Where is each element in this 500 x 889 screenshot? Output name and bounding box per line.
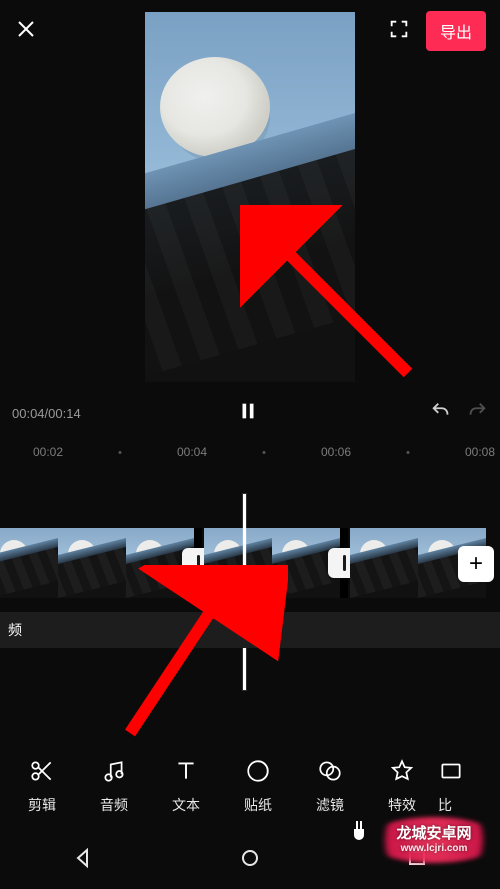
tool-label: 特效 bbox=[388, 795, 416, 815]
preview-area[interactable] bbox=[0, 12, 500, 392]
music-note-icon bbox=[101, 758, 127, 787]
preview-frame bbox=[145, 12, 355, 382]
clip-thumbnail[interactable] bbox=[350, 528, 418, 598]
system-navbar bbox=[0, 831, 500, 889]
clip-thumbnail[interactable] bbox=[0, 528, 58, 598]
playhead[interactable] bbox=[243, 494, 246, 690]
audio-track[interactable]: 频 bbox=[0, 612, 500, 648]
undo-button[interactable] bbox=[430, 400, 452, 427]
tool-label: 音频 bbox=[100, 795, 128, 815]
tool-effects[interactable]: 特效 bbox=[366, 758, 438, 815]
clip-split-handle[interactable] bbox=[194, 528, 202, 598]
audio-track-label: 频 bbox=[8, 620, 22, 640]
tool-label: 比 bbox=[438, 795, 452, 815]
clip-thumbnail[interactable] bbox=[58, 528, 126, 598]
add-clip-button[interactable]: + bbox=[458, 546, 494, 582]
nav-back-button[interactable] bbox=[71, 846, 95, 875]
timeline-tracks[interactable]: + bbox=[0, 528, 500, 610]
redo-button[interactable] bbox=[466, 400, 488, 427]
text-icon bbox=[173, 758, 199, 787]
pause-button[interactable] bbox=[237, 400, 259, 427]
video-track[interactable]: + bbox=[0, 528, 500, 598]
filter-icon bbox=[317, 758, 343, 787]
clip-split-handle[interactable] bbox=[340, 528, 348, 598]
timecode: 00:04/00:14 bbox=[12, 406, 81, 421]
tool-text[interactable]: 文本 bbox=[150, 758, 222, 815]
star-icon bbox=[389, 758, 415, 787]
tool-ratio[interactable]: 比 bbox=[438, 758, 474, 815]
ruler-tick: 00:06 bbox=[321, 445, 351, 459]
tool-label: 文本 bbox=[172, 795, 200, 815]
ruler-tick: 00:04 bbox=[177, 445, 207, 459]
clip-thumbnail[interactable] bbox=[204, 528, 272, 598]
ratio-icon bbox=[438, 758, 464, 787]
ruler-tick: 00:08 bbox=[465, 445, 495, 459]
bottom-toolbar: 剪辑 音频 文本 贴纸 滤镜 特效 比 bbox=[0, 741, 500, 831]
tool-label: 剪辑 bbox=[28, 795, 56, 815]
playback-bar: 00:04/00:14 bbox=[0, 396, 500, 430]
scissors-icon bbox=[29, 758, 55, 787]
nav-recent-button[interactable] bbox=[405, 846, 429, 875]
tool-filter[interactable]: 滤镜 bbox=[294, 758, 366, 815]
timeline-ruler[interactable]: 00:02 00:04 00:06 00:08 bbox=[0, 438, 500, 466]
tool-sticker[interactable]: 贴纸 bbox=[222, 758, 294, 815]
tool-audio[interactable]: 音频 bbox=[78, 758, 150, 815]
nav-home-button[interactable] bbox=[238, 846, 262, 875]
ruler-tick: 00:02 bbox=[33, 445, 63, 459]
tool-label: 贴纸 bbox=[244, 795, 272, 815]
tool-edit[interactable]: 剪辑 bbox=[6, 758, 78, 815]
tool-label: 滤镜 bbox=[316, 795, 344, 815]
sticker-icon bbox=[245, 758, 271, 787]
